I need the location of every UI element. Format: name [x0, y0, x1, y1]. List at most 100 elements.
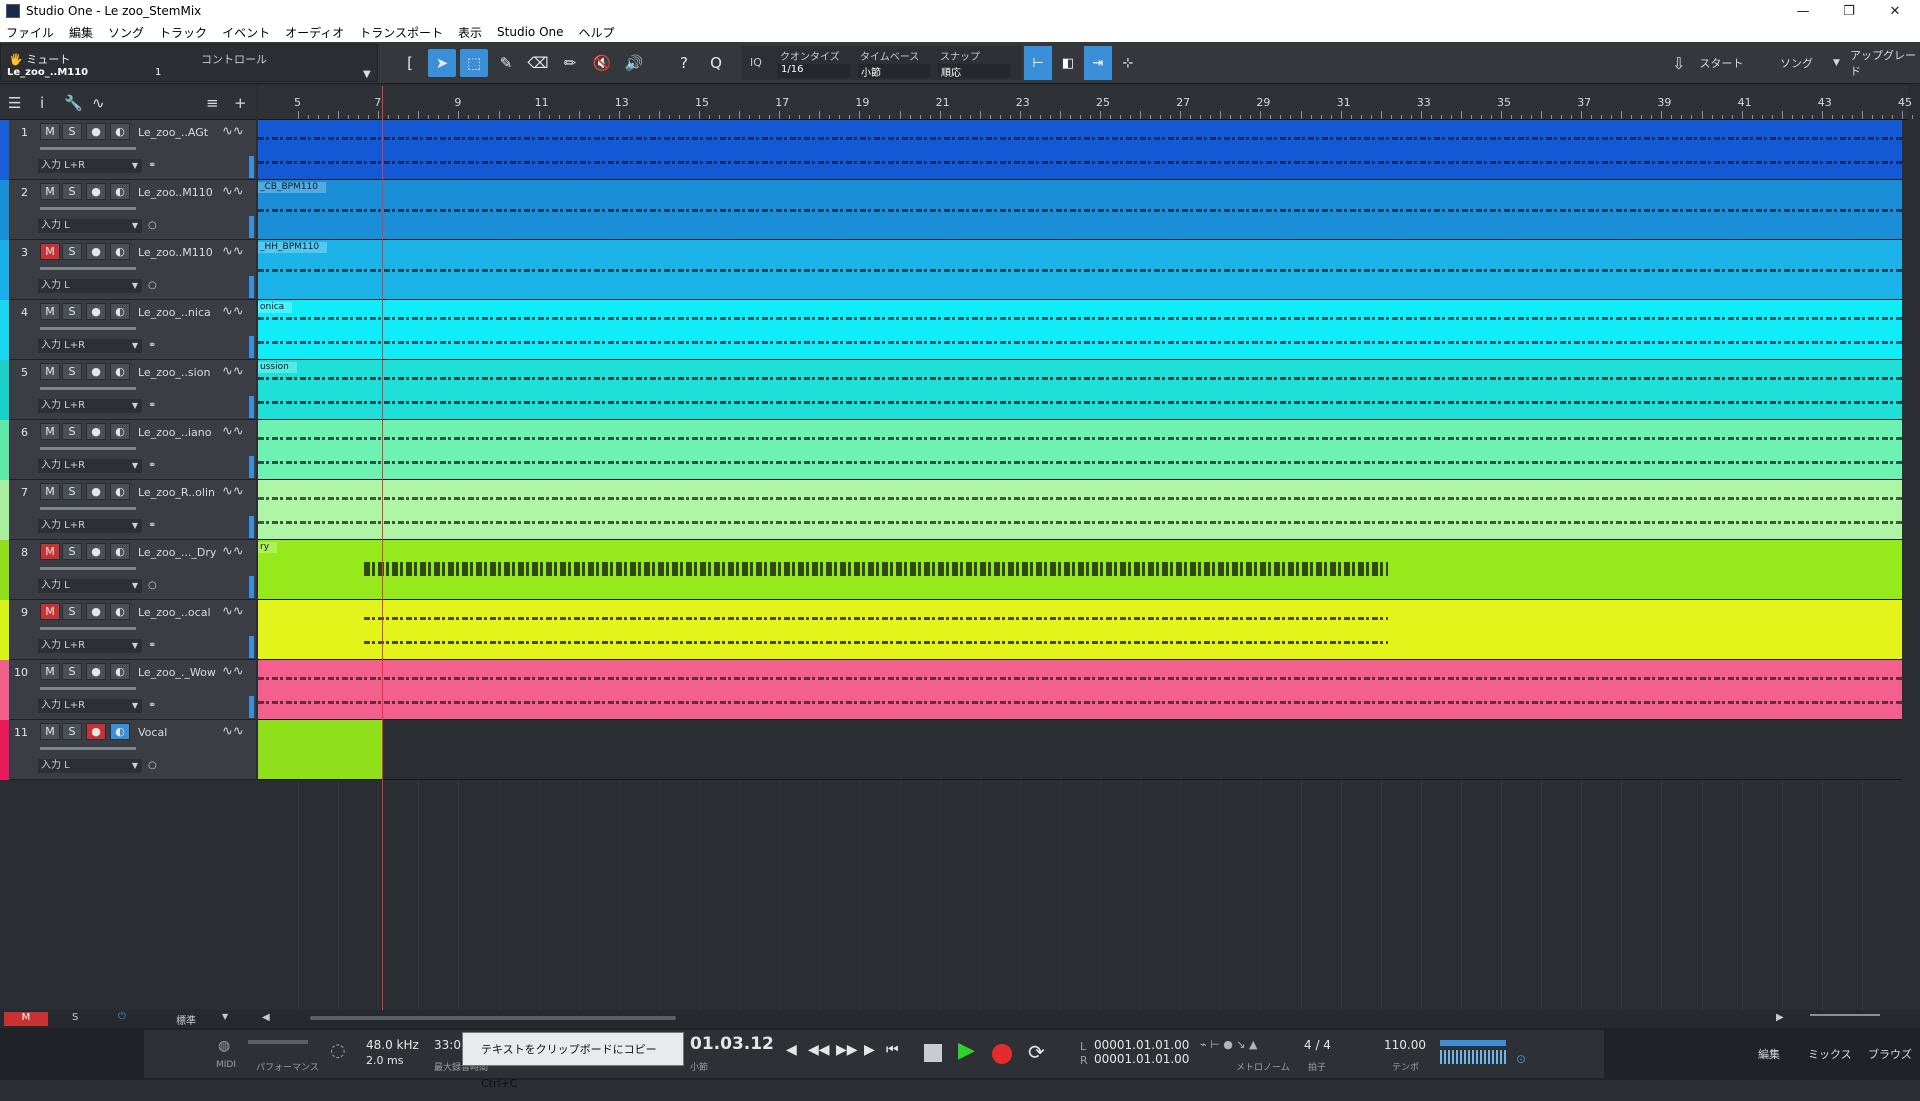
mute-button[interactable]: M [40, 603, 60, 620]
arrow-tool-icon[interactable]: ➤ [428, 49, 456, 77]
right-locator[interactable]: 00001.01.01.00 [1094, 1052, 1189, 1066]
mute-button[interactable]: M [40, 423, 60, 440]
global-solo-button[interactable]: S [72, 1012, 78, 1023]
wrench-icon[interactable]: 🔧 [64, 94, 83, 112]
monitor-button[interactable]: ◐ [110, 543, 130, 560]
monitor-button[interactable]: ◐ [110, 183, 130, 200]
track-name[interactable]: Le_zoo..M110 [138, 246, 218, 259]
scroll-left-icon[interactable]: ◀ [262, 1012, 270, 1023]
upgrade-button[interactable]: アップグレード [1850, 46, 1920, 80]
stereo-link-icon[interactable]: ⚭ [148, 160, 156, 171]
monitor-button[interactable]: ◐ [110, 663, 130, 680]
monitor-button[interactable]: ◐ [110, 243, 130, 260]
mute-label[interactable]: 🖐 ミュート [9, 51, 70, 67]
mute-button[interactable]: M [40, 543, 60, 560]
stereo-link-icon[interactable]: ⚭ [148, 400, 156, 411]
monitor-button[interactable]: ◐ [110, 723, 130, 740]
paint-tool-icon[interactable]: ✏ [556, 49, 584, 77]
mute-tool-icon[interactable]: 🔇 [588, 49, 616, 77]
position-display[interactable]: 01.03.12 [690, 1034, 774, 1054]
menu-song[interactable]: ソング [108, 24, 144, 41]
chevron-down-icon[interactable]: ▼ [363, 69, 371, 80]
input-select[interactable]: 入力 L+R ▼ [38, 459, 142, 473]
menu-transport[interactable]: トランスポート [359, 24, 443, 41]
empty-lane[interactable] [258, 720, 1902, 780]
browse-view-button[interactable]: ブラウズ [1868, 1046, 1912, 1062]
track-color[interactable] [0, 720, 9, 780]
record-arm-button[interactable]: ● [86, 423, 106, 440]
mute-button[interactable]: M [40, 183, 60, 200]
power-icon[interactable]: ⏻ [118, 1011, 126, 1022]
list-icon[interactable]: ≡ [206, 94, 219, 112]
track-name[interactable]: Le_zoo_..AGt [138, 126, 218, 139]
menu-studio-one[interactable]: Studio One [497, 25, 563, 39]
audio-event[interactable]: _CB_BPM110 [258, 180, 1902, 240]
track-header[interactable]: 7 M S ● ◐ Le_zoo_R..olin ∿∿ 入力 L+R ▼ ⚭ [0, 480, 256, 540]
time-signature[interactable]: 4 / 4 [1304, 1038, 1331, 1052]
monitor-button[interactable]: ◐ [110, 363, 130, 380]
record-arm-button[interactable]: ● [86, 723, 106, 740]
menu-track[interactable]: トラック [159, 24, 207, 41]
return-zero-icon[interactable]: ⏮ [886, 1042, 899, 1058]
stop-button[interactable] [924, 1044, 942, 1062]
mute-button[interactable]: M [40, 363, 60, 380]
track-header[interactable]: 8 M S ● ◐ Le_zoo_..._Dry ∿∿ 入力 L ▼ ○ [0, 540, 256, 600]
standard-select[interactable]: 標準 [176, 1012, 196, 1027]
volume-fader[interactable] [40, 627, 136, 630]
input-select[interactable]: 入力 L+R ▼ [38, 699, 142, 713]
mono-icon[interactable]: ○ [148, 580, 157, 591]
mono-icon[interactable]: ○ [148, 760, 157, 771]
monitor-button[interactable]: ◐ [110, 423, 130, 440]
volume-fader[interactable] [40, 447, 136, 450]
snap-cursor-icon[interactable]: ⇥ [1084, 46, 1112, 80]
record-arm-button[interactable]: ● [86, 663, 106, 680]
audio-event[interactable] [258, 660, 1902, 720]
mute-button[interactable]: M [40, 723, 60, 740]
record-arm-button[interactable]: ● [86, 543, 106, 560]
listen-tool-icon[interactable]: 🔊 [620, 49, 648, 77]
solo-button[interactable]: S [62, 483, 82, 500]
input-select[interactable]: 入力 L+R ▼ [38, 159, 142, 173]
volume-fader[interactable] [40, 207, 136, 210]
start-button[interactable]: ⇩ スタート [1672, 46, 1743, 80]
solo-button[interactable]: S [62, 663, 82, 680]
mute-button[interactable]: M [40, 243, 60, 260]
audio-event[interactable]: onica [258, 300, 1902, 360]
track-color[interactable] [0, 480, 9, 540]
track-name[interactable]: Le_zoo_R..olin [138, 486, 218, 499]
input-select[interactable]: 入力 L+R ▼ [38, 519, 142, 533]
range-tool-icon[interactable]: ⬚ [460, 49, 488, 77]
snap-grid-icon[interactable]: ⊢ [1024, 46, 1052, 80]
track-color[interactable] [0, 300, 9, 360]
track-header[interactable]: 6 M S ● ◐ Le_zoo_..iano ∿∿ 入力 L+R ▼ ⚭ [0, 420, 256, 480]
menu-edit[interactable]: 編集 [69, 24, 93, 41]
track-color[interactable] [0, 240, 9, 300]
track-name[interactable]: Le_zoo_..sion [138, 366, 218, 379]
stereo-link-icon[interactable]: ⚭ [148, 640, 156, 651]
stereo-link-icon[interactable]: ⚭ [148, 520, 156, 531]
snap-event-icon[interactable]: ◧ [1054, 46, 1082, 80]
global-mute-button[interactable]: M [4, 1012, 48, 1026]
volume-fader[interactable] [40, 327, 136, 330]
maximize-button[interactable]: ❐ [1826, 0, 1872, 22]
input-select[interactable]: 入力 L+R ▼ [38, 399, 142, 413]
solo-button[interactable]: S [62, 603, 82, 620]
input-select[interactable]: 入力 L+R ▼ [38, 339, 142, 353]
menu-help[interactable]: ヘルプ [579, 24, 615, 41]
help-icon[interactable]: ? [670, 49, 698, 77]
record-arm-button[interactable]: ● [86, 123, 106, 140]
track-name[interactable]: Vocal [138, 726, 218, 739]
forward-end-icon[interactable]: ▶ [864, 1042, 875, 1058]
audio-event[interactable]: ry [258, 540, 1902, 600]
menu-audio[interactable]: オーディオ [285, 24, 344, 41]
solo-button[interactable]: S [62, 363, 82, 380]
mute-button[interactable]: M [40, 303, 60, 320]
menu-icon[interactable]: ☰ [8, 94, 21, 112]
search-icon[interactable]: Q [702, 49, 730, 77]
track-color[interactable] [0, 600, 9, 660]
mute-button[interactable]: M [40, 483, 60, 500]
track-header[interactable]: 11 M S ● ◐ Vocal ∿∿ 入力 L ▼ ○ [0, 720, 256, 780]
volume-fader[interactable] [40, 387, 136, 390]
track-name[interactable]: Le_zoo_..._Dry [138, 546, 218, 559]
precount-icon[interactable]: ⌁ ⊢ ● ↘ ▲ [1200, 1038, 1257, 1051]
